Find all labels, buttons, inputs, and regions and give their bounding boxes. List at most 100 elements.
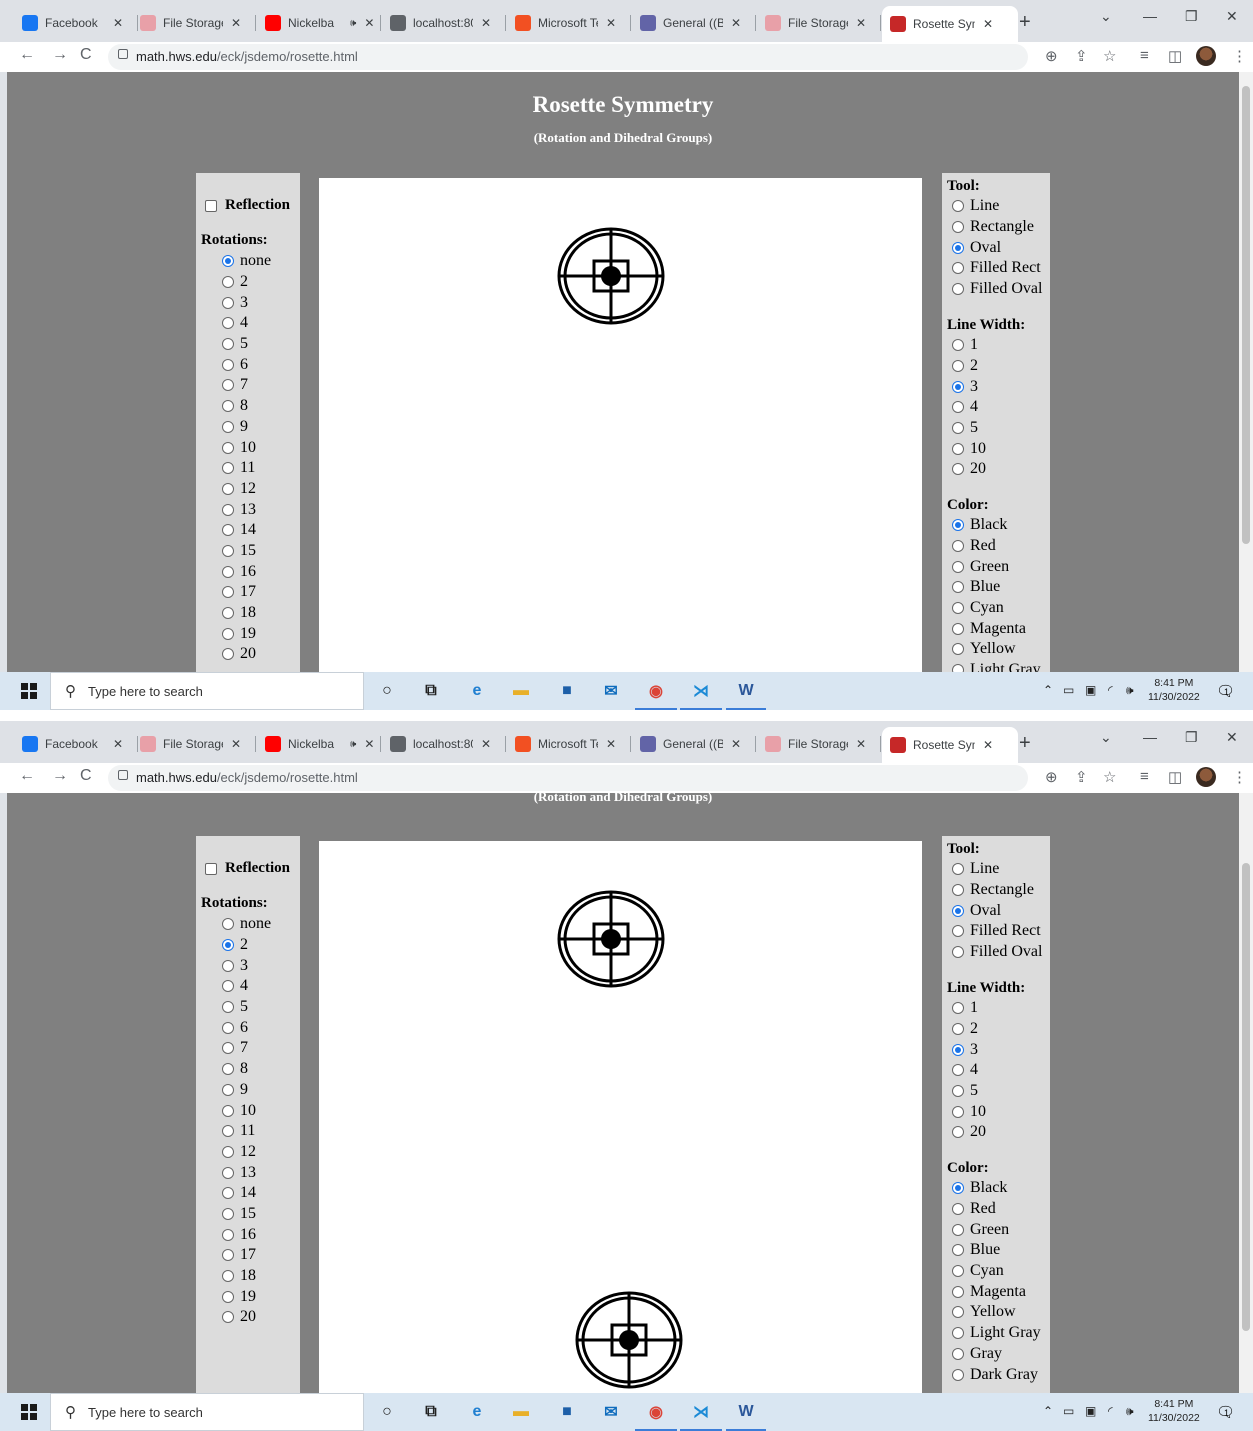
color-option[interactable]: Light Gray [952, 660, 1041, 672]
browser-tab[interactable]: File Storage - ✕ [140, 730, 256, 758]
color-option[interactable]: Green [952, 556, 1041, 577]
line-width-option[interactable]: 1 [952, 335, 986, 356]
url-text[interactable]: math.hws.edu/eck/jsdemo/rosette.html [136, 49, 358, 64]
rotation-option[interactable]: 20 [222, 1307, 271, 1328]
notification-icon[interactable]: 🗨 1 [1216, 682, 1235, 700]
color-radio[interactable] [952, 1203, 964, 1216]
rotation-radio[interactable] [222, 939, 234, 952]
audio-icon[interactable]: 🕪 [350, 739, 356, 750]
tool-radio[interactable] [952, 241, 964, 254]
tool-radio[interactable] [952, 925, 964, 938]
line-width-radio[interactable] [952, 401, 964, 414]
back-icon[interactable]: ← [19, 46, 35, 64]
color-option[interactable]: Red [952, 536, 1041, 557]
rotation-radio[interactable] [222, 400, 234, 413]
file-explorer-icon[interactable]: ▬ [510, 1401, 532, 1423]
close-tab-icon[interactable]: ✕ [231, 16, 241, 30]
store-icon[interactable]: ■ [556, 680, 578, 702]
side-panel-icon[interactable]: ◫ [1168, 47, 1182, 65]
rotation-radio[interactable] [222, 379, 234, 392]
tray-chevron-icon[interactable]: ⌃ [1043, 683, 1053, 697]
vscode-icon[interactable]: ⋊ [690, 680, 712, 702]
volume-icon[interactable]: 🕪 [1126, 683, 1134, 698]
reflection-checkbox[interactable] [205, 862, 217, 875]
line-width-option[interactable]: 4 [952, 397, 986, 418]
rotation-option[interactable]: 3 [222, 292, 271, 313]
color-radio[interactable] [952, 622, 964, 635]
rotation-radio[interactable] [222, 1311, 234, 1324]
line-width-radio[interactable] [952, 1105, 964, 1118]
forward-icon[interactable]: → [52, 767, 68, 785]
tool-option[interactable]: Oval [952, 237, 1042, 258]
tool-option[interactable]: Filled Rect [952, 258, 1042, 279]
drawing-canvas[interactable] [319, 841, 922, 1393]
color-radio[interactable] [952, 1347, 964, 1360]
meet-now-icon[interactable]: ▣ [1085, 1404, 1096, 1418]
rotation-option[interactable]: 19 [222, 1286, 271, 1307]
close-tab-icon[interactable]: ✕ [606, 16, 616, 30]
rotation-radio[interactable] [222, 1042, 234, 1055]
rotation-option[interactable]: 14 [222, 520, 271, 541]
rotation-option[interactable]: 9 [222, 1080, 271, 1101]
rotation-radio[interactable] [222, 1207, 234, 1220]
vertical-scrollbar[interactable] [1239, 793, 1253, 1393]
audio-icon[interactable]: 🕪 [350, 18, 356, 29]
color-option[interactable]: Red [952, 1199, 1041, 1220]
rotation-option[interactable]: 4 [222, 976, 271, 997]
close-tab-icon[interactable]: ✕ [731, 737, 741, 751]
rotation-radio[interactable] [222, 276, 234, 289]
rotation-option[interactable]: 18 [222, 603, 271, 624]
line-width-radio[interactable] [952, 422, 964, 435]
color-radio[interactable] [952, 664, 964, 672]
line-width-radio[interactable] [952, 1043, 964, 1056]
rotation-option[interactable]: none [222, 914, 271, 935]
tool-radio[interactable] [952, 283, 964, 296]
rotation-radio[interactable] [222, 462, 234, 475]
battery-icon[interactable]: ▭ [1063, 683, 1074, 697]
tray-chevron-icon[interactable]: ⌃ [1043, 1404, 1053, 1418]
browser-tab[interactable]: File Storage - ✕ [765, 730, 881, 758]
rotation-radio[interactable] [222, 524, 234, 537]
rotation-radio[interactable] [222, 980, 234, 993]
rotation-option[interactable]: 13 [222, 499, 271, 520]
rotation-option[interactable]: 2 [222, 935, 271, 956]
rotation-radio[interactable] [222, 607, 234, 620]
cortana-icon[interactable]: ○ [376, 680, 398, 702]
rotation-radio[interactable] [222, 255, 234, 268]
close-tab-icon[interactable]: ✕ [983, 17, 993, 31]
volume-icon[interactable]: 🕪 [1126, 1404, 1134, 1419]
close-tab-icon[interactable]: ✕ [731, 16, 741, 30]
rotation-option[interactable]: 9 [222, 417, 271, 438]
close-tab-icon[interactable]: ✕ [231, 737, 241, 751]
line-width-radio[interactable] [952, 360, 964, 373]
line-width-radio[interactable] [952, 442, 964, 455]
rotation-option[interactable]: 15 [222, 541, 271, 562]
rotation-radio[interactable] [222, 1125, 234, 1138]
rotation-radio[interactable] [222, 648, 234, 661]
close-tab-icon[interactable]: ✕ [481, 737, 491, 751]
reflection-checkbox[interactable] [205, 199, 217, 212]
tool-option[interactable]: Filled Oval [952, 942, 1042, 963]
rotation-option[interactable]: 8 [222, 396, 271, 417]
browser-tab[interactable]: File Storage - ✕ [140, 9, 256, 37]
mail-icon[interactable]: ✉ [600, 680, 622, 702]
mail-icon[interactable]: ✉ [600, 1401, 622, 1423]
lock-icon[interactable] [118, 770, 128, 780]
rotation-radio[interactable] [222, 358, 234, 371]
color-option[interactable]: Magenta [952, 1281, 1041, 1302]
rotation-option[interactable]: 8 [222, 1059, 271, 1080]
rotation-radio[interactable] [222, 420, 234, 433]
drawing-canvas[interactable] [319, 178, 922, 672]
rotation-radio[interactable] [222, 441, 234, 454]
tool-option[interactable]: Filled Oval [952, 279, 1042, 300]
rotation-option[interactable]: 16 [222, 1224, 271, 1245]
rotation-radio[interactable] [222, 586, 234, 599]
rotation-option[interactable]: 5 [222, 334, 271, 355]
color-option[interactable]: Blue [952, 1240, 1041, 1261]
reflection-option[interactable]: Reflection [205, 860, 290, 877]
color-radio[interactable] [952, 1182, 964, 1195]
minimize-icon[interactable]: — [1143, 8, 1157, 24]
tool-option[interactable]: Line [952, 196, 1042, 217]
rotation-radio[interactable] [222, 1001, 234, 1014]
color-option[interactable]: Black [952, 515, 1041, 536]
